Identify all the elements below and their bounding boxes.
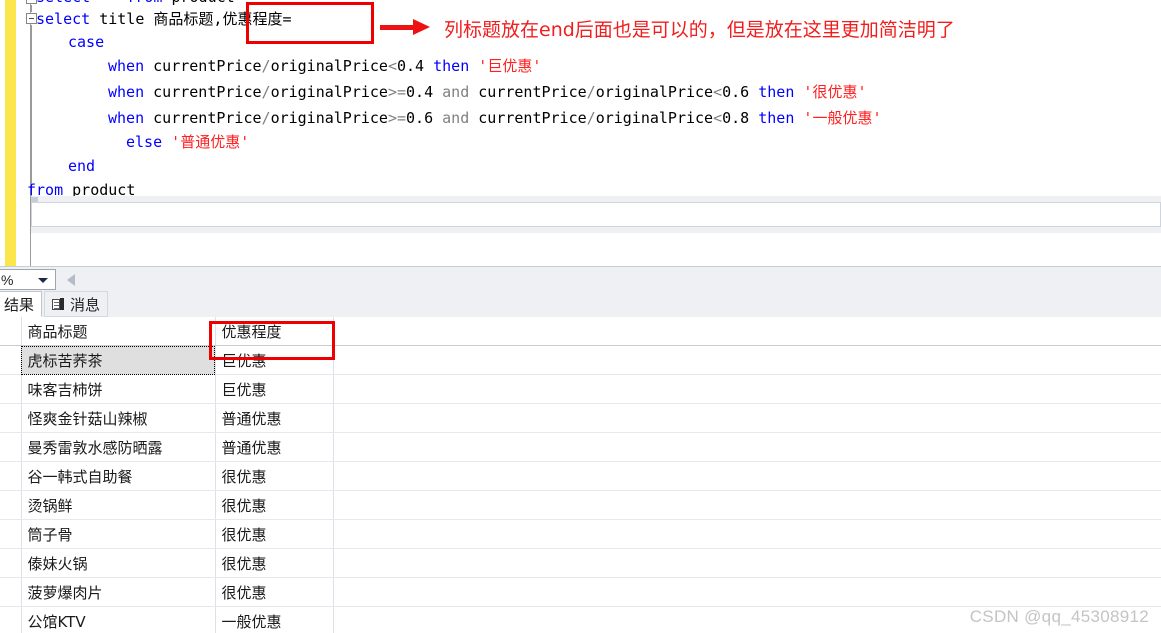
- row-header-cell[interactable]: [0, 577, 22, 607]
- table-header-row: 商品标题 优惠程度: [0, 317, 1161, 346]
- fold-tick-body: [31, 25, 32, 200]
- table-row[interactable]: 菠萝爆肉片 很优惠: [0, 577, 1161, 607]
- row-header-cell[interactable]: [0, 548, 22, 578]
- cell-filler: [333, 374, 1161, 404]
- code-line-3: when currentPrice/originalPrice<0.4 then…: [108, 57, 542, 75]
- results-grid[interactable]: 商品标题 优惠程度 虎标苦荞茶 巨优惠 味客吉柿饼 巨优惠 怪爽金针菇山辣椒 普通优惠 曼秀…: [0, 317, 1161, 633]
- tab-results-label: 结果: [4, 295, 35, 314]
- table-row[interactable]: 曼秀雷敦水感防晒露 普通优惠: [0, 432, 1161, 462]
- cell-title[interactable]: 公馆KTV: [21, 606, 216, 633]
- cell-title[interactable]: 味客吉柿饼: [21, 374, 216, 404]
- code-line-2: case: [68, 33, 105, 51]
- results-table: 商品标题 优惠程度 虎标苦荞茶 巨优惠 味客吉柿饼 巨优惠 怪爽金针菇山辣椒 普通优惠 曼秀…: [0, 317, 1161, 633]
- row-header-cell[interactable]: [0, 461, 22, 491]
- cell-filler: [333, 548, 1161, 578]
- code-line-4: when currentPrice/originalPrice>=0.4 and…: [108, 83, 867, 101]
- fold-tick-mid: [31, 5, 32, 12]
- row-header-corner[interactable]: [0, 317, 22, 346]
- cell-discount-level[interactable]: 一般优惠: [215, 606, 334, 633]
- cell-discount-level[interactable]: 很优惠: [215, 490, 334, 520]
- cell-filler: [333, 519, 1161, 549]
- sql-editor-pane[interactable]: select * from product select title 商品标题,…: [0, 0, 1161, 266]
- cell-filler: [333, 432, 1161, 462]
- table-row[interactable]: 怪爽金针菇山辣椒 普通优惠: [0, 403, 1161, 433]
- scroll-left-arrow-icon[interactable]: [67, 274, 75, 286]
- cell-discount-level[interactable]: 很优惠: [215, 461, 334, 491]
- table-row[interactable]: 傣妹火锅 很优惠: [0, 548, 1161, 578]
- column-header-title[interactable]: 商品标题: [21, 317, 216, 346]
- editor-status-bar: %: [0, 266, 1161, 291]
- row-header-cell[interactable]: [0, 345, 22, 375]
- zoom-level-dropdown[interactable]: %: [0, 269, 56, 290]
- editor-inset-panel[interactable]: [31, 202, 1161, 227]
- cell-filler: [333, 403, 1161, 433]
- code-line-0: select * from product: [36, 0, 235, 8]
- cell-title[interactable]: 曼秀雷敦水感防晒露: [21, 432, 216, 462]
- row-header-cell[interactable]: [0, 490, 22, 520]
- cell-title[interactable]: 虎标苦荞茶: [21, 345, 216, 375]
- table-row[interactable]: 虎标苦荞茶 巨优惠: [0, 345, 1161, 375]
- cell-discount-level[interactable]: 巨优惠: [215, 345, 334, 375]
- code-line-5: when currentPrice/originalPrice>=0.6 and…: [108, 109, 882, 127]
- tab-messages[interactable]: 消息: [44, 291, 109, 317]
- column-header-discount-level[interactable]: 优惠程度: [215, 317, 334, 346]
- results-tab-bar: 结果 消息: [0, 291, 1161, 317]
- table-row[interactable]: 味客吉柿饼 巨优惠: [0, 374, 1161, 404]
- cell-title[interactable]: 傣妹火锅: [21, 548, 216, 578]
- column-header-filler: [333, 317, 1161, 346]
- cell-discount-level[interactable]: 巨优惠: [215, 374, 334, 404]
- annotation-box-column-alias: [246, 2, 374, 44]
- cell-title[interactable]: 烫锅鲜: [21, 490, 216, 520]
- cell-filler: [333, 577, 1161, 607]
- cell-discount-level[interactable]: 普通优惠: [215, 403, 334, 433]
- table-row[interactable]: 筒子骨 很优惠: [0, 519, 1161, 549]
- cell-filler: [333, 490, 1161, 520]
- cell-filler: [333, 461, 1161, 491]
- annotation-text: 列标题放在end后面也是可以的，但是放在这里更加简洁明了: [444, 19, 955, 41]
- editor-change-marker-strip: [5, 0, 16, 266]
- code-line-7: end: [68, 157, 96, 175]
- zoom-level-value: %: [1, 272, 14, 288]
- cell-title[interactable]: 谷一韩式自助餐: [21, 461, 216, 491]
- cell-discount-level[interactable]: 很优惠: [215, 548, 334, 578]
- message-document-icon: [52, 297, 65, 311]
- cell-title[interactable]: 怪爽金针菇山辣椒: [21, 403, 216, 433]
- cell-discount-level[interactable]: 普通优惠: [215, 432, 334, 462]
- row-header-cell[interactable]: [0, 606, 22, 633]
- red-arrow-icon: [380, 19, 432, 35]
- cell-discount-level[interactable]: 很优惠: [215, 519, 334, 549]
- code-line-6: else '普通优惠': [126, 133, 250, 151]
- editor-inset-bottom-shade: [31, 227, 1161, 233]
- chevron-down-icon[interactable]: [38, 278, 48, 283]
- row-header-cell[interactable]: [0, 403, 22, 433]
- watermark: CSDN @qq_45308912: [969, 607, 1149, 626]
- tab-results[interactable]: 结果: [0, 291, 43, 317]
- table-row[interactable]: 谷一韩式自助餐 很优惠: [0, 461, 1161, 491]
- cell-filler: [333, 345, 1161, 375]
- cell-title[interactable]: 菠萝爆肉片: [21, 577, 216, 607]
- cell-discount-level[interactable]: 很优惠: [215, 577, 334, 607]
- row-header-cell[interactable]: [0, 432, 22, 462]
- tab-messages-label: 消息: [70, 295, 101, 314]
- table-row[interactable]: 烫锅鲜 很优惠: [0, 490, 1161, 520]
- row-header-cell[interactable]: [0, 374, 22, 404]
- row-header-cell[interactable]: [0, 519, 22, 549]
- results-table-body: 虎标苦荞茶 巨优惠 味客吉柿饼 巨优惠 怪爽金针菇山辣椒 普通优惠 曼秀雷敦水感防晒露 普通优…: [0, 345, 1161, 633]
- cell-title[interactable]: 筒子骨: [21, 519, 216, 549]
